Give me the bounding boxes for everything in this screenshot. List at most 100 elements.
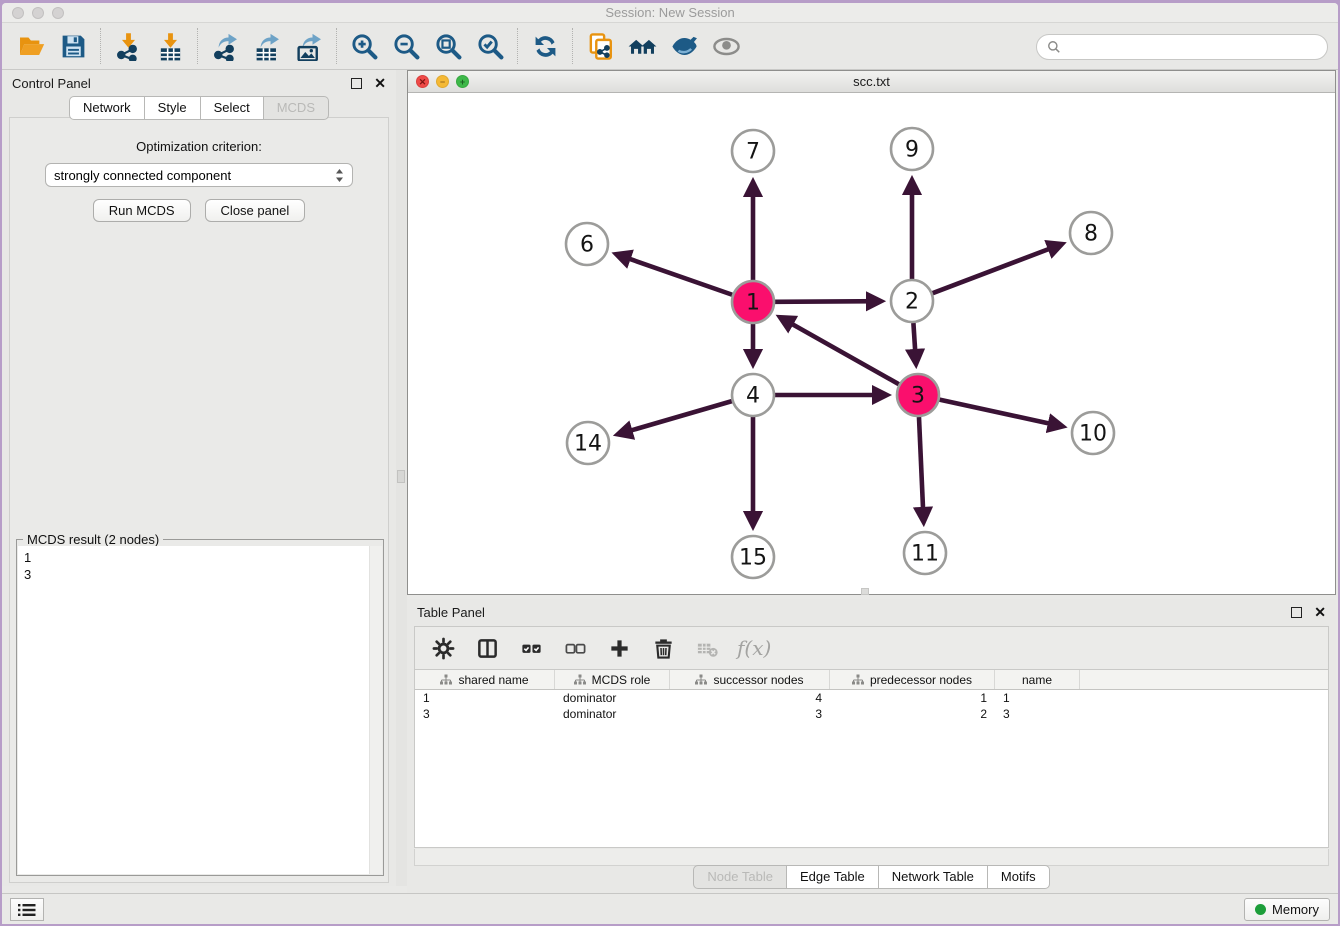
function-builder-icon: f(x) xyxy=(733,636,771,660)
float-panel-icon[interactable] xyxy=(351,78,362,89)
network-canvas[interactable]: 7 9 6 8 1 2 4 3 14 10 15 11 xyxy=(408,93,1335,594)
cell-predecessor-nodes[interactable]: 2 xyxy=(830,706,995,722)
close-panel-icon[interactable]: ✕ xyxy=(374,76,386,90)
tab-node-table[interactable]: Node Table xyxy=(693,865,787,889)
node-2[interactable]: 2 xyxy=(891,280,933,322)
cell-name[interactable]: 3 xyxy=(995,706,1080,722)
cell-name[interactable]: 1 xyxy=(995,690,1080,706)
cell-predecessor-nodes[interactable]: 1 xyxy=(830,690,995,706)
cell-MCDS-role[interactable]: dominator xyxy=(555,690,670,706)
criterion-select[interactable]: strongly connected component xyxy=(45,163,353,187)
close-network-button[interactable]: ✕ xyxy=(416,75,429,88)
export-network-icon[interactable] xyxy=(204,26,246,66)
edge-1-6[interactable] xyxy=(617,255,732,295)
node-table[interactable]: shared nameMCDS rolesuccessor nodesprede… xyxy=(414,670,1329,848)
maximize-network-button[interactable]: + xyxy=(456,75,469,88)
split-panel-icon[interactable] xyxy=(469,631,505,665)
settings-gear-icon[interactable] xyxy=(425,631,461,665)
divider-grip[interactable] xyxy=(397,470,405,483)
criterion-value: strongly connected component xyxy=(54,168,335,183)
tab-mcds[interactable]: MCDS xyxy=(264,96,329,120)
import-network-icon[interactable] xyxy=(107,26,149,66)
tab-network-table[interactable]: Network Table xyxy=(879,865,988,889)
mcds-result-area[interactable]: 1 3 xyxy=(18,546,382,874)
cell-successor-nodes[interactable]: 3 xyxy=(670,706,830,722)
tab-edge-table[interactable]: Edge Table xyxy=(787,865,879,889)
import-table-icon[interactable] xyxy=(149,26,191,66)
zoom-out-icon[interactable] xyxy=(385,26,427,66)
search-box[interactable] xyxy=(1036,34,1328,60)
float-table-panel-icon[interactable] xyxy=(1291,607,1302,618)
memory-button[interactable]: Memory xyxy=(1244,898,1330,921)
column-header-name[interactable]: name xyxy=(995,670,1080,689)
birdseye-view-icon[interactable] xyxy=(705,26,747,66)
column-header-MCDS-role[interactable]: MCDS role xyxy=(555,670,670,689)
edge-4-14[interactable] xyxy=(619,401,732,434)
panel-divider[interactable] xyxy=(396,70,407,886)
node-11[interactable]: 11 xyxy=(904,532,946,574)
cell-successor-nodes[interactable]: 4 xyxy=(670,690,830,706)
result-scrollbar[interactable] xyxy=(369,546,382,874)
select-all-icon[interactable] xyxy=(513,631,549,665)
edge-3-11[interactable] xyxy=(919,417,924,521)
node-1[interactable]: 1 xyxy=(732,281,774,323)
column-header-shared-name[interactable]: shared name xyxy=(415,670,555,689)
node-6[interactable]: 6 xyxy=(566,223,608,265)
zoom-selected-icon[interactable] xyxy=(469,26,511,66)
search-input[interactable] xyxy=(1067,40,1317,55)
node-7[interactable]: 7 xyxy=(732,130,774,172)
edge-3-10[interactable] xyxy=(939,400,1061,427)
tab-style[interactable]: Style xyxy=(145,96,201,120)
minimize-window-button[interactable] xyxy=(32,7,44,19)
save-session-icon[interactable] xyxy=(52,26,94,66)
table-row[interactable]: 3dominator323 xyxy=(415,706,1328,722)
maximize-window-button[interactable] xyxy=(52,7,64,19)
network-view-window: ✕ − + scc.txt 7 9 6 8 1 2 4 3 14 10 15 11 xyxy=(407,70,1336,595)
column-header-predecessor-nodes[interactable]: predecessor nodes xyxy=(830,670,995,689)
close-window-button[interactable] xyxy=(12,7,24,19)
close-table-panel-icon[interactable]: ✕ xyxy=(1314,605,1326,619)
node-8[interactable]: 8 xyxy=(1070,212,1112,254)
tab-select[interactable]: Select xyxy=(201,96,264,120)
show-graphics-details-icon[interactable] xyxy=(663,26,705,66)
export-table-icon[interactable] xyxy=(246,26,288,66)
cell-shared-name[interactable]: 1 xyxy=(415,690,555,706)
edge-2-8[interactable] xyxy=(933,244,1062,293)
network-window-resize-grip[interactable] xyxy=(861,588,869,595)
tab-motifs[interactable]: Motifs xyxy=(988,865,1050,889)
zoom-in-icon[interactable] xyxy=(343,26,385,66)
table-row[interactable]: 1dominator411 xyxy=(415,690,1328,706)
task-history-button[interactable] xyxy=(10,898,44,921)
network-graph: 7 9 6 8 1 2 4 3 14 10 15 11 xyxy=(408,93,1335,594)
add-column-icon[interactable] xyxy=(601,631,637,665)
main-toolbar xyxy=(2,23,1338,70)
cell-shared-name[interactable]: 3 xyxy=(415,706,555,722)
edge-3-1[interactable] xyxy=(781,318,899,384)
node-9[interactable]: 9 xyxy=(891,128,933,170)
node-3[interactable]: 3 xyxy=(897,374,939,416)
cell-MCDS-role[interactable]: dominator xyxy=(555,706,670,722)
tab-network[interactable]: Network xyxy=(69,96,145,120)
node-14[interactable]: 14 xyxy=(567,422,609,464)
column-header-successor-nodes[interactable]: successor nodes xyxy=(670,670,830,689)
node-4[interactable]: 4 xyxy=(732,374,774,416)
home-layout-icon[interactable] xyxy=(621,26,663,66)
minimize-network-button[interactable]: − xyxy=(436,75,449,88)
refresh-icon[interactable] xyxy=(524,26,566,66)
deselect-all-icon[interactable] xyxy=(557,631,593,665)
edge-2-3[interactable] xyxy=(913,323,916,363)
close-panel-button[interactable]: Close panel xyxy=(205,199,306,222)
table-body: 1dominator4113dominator323 xyxy=(415,690,1328,722)
open-file-icon[interactable] xyxy=(10,26,52,66)
edge-1-2[interactable] xyxy=(775,301,880,302)
export-image-icon[interactable] xyxy=(288,26,330,66)
node-15[interactable]: 15 xyxy=(732,536,774,578)
network-window-titlebar[interactable]: ✕ − + scc.txt xyxy=(408,71,1335,93)
zoom-fit-icon[interactable] xyxy=(427,26,469,66)
delete-column-icon[interactable] xyxy=(645,631,681,665)
toolbar-separator xyxy=(517,28,518,64)
node-10[interactable]: 10 xyxy=(1072,412,1114,454)
run-mcds-button[interactable]: Run MCDS xyxy=(93,199,191,222)
duplicate-network-icon[interactable] xyxy=(579,26,621,66)
table-scrollbar[interactable] xyxy=(414,849,1329,866)
